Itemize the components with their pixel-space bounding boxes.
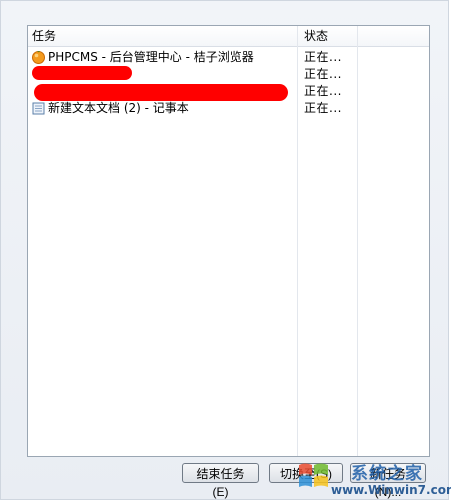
task-row[interactable]: PHPCMS - 后台管理中心 - 桔子浏览器 正在...: [28, 49, 429, 66]
switch-to-button[interactable]: 切换至(S): [269, 463, 343, 483]
column-header-status[interactable]: 状态: [304, 28, 328, 44]
task-status: 正在...: [304, 84, 342, 98]
task-name: 新建文本文档 (2) - 记事本: [48, 101, 189, 115]
task-status: 正在...: [304, 67, 342, 81]
sort-ascending-icon: ^: [156, 25, 164, 33]
redaction-mark: [34, 84, 288, 101]
new-task-button[interactable]: 新任务(N)...: [350, 463, 426, 499]
task-row[interactable]: 新建文本文档 (2) - 记事本 正在...: [28, 100, 429, 117]
notepad-icon: [32, 102, 45, 115]
column-header-task[interactable]: 任务: [32, 28, 56, 44]
task-list[interactable]: 任务 ^ 状态 PHPCMS - 后台管理中心 - 桔子浏览器 正在... 正在…: [27, 25, 430, 457]
end-task-button[interactable]: 结束任务(E): [182, 463, 259, 499]
browser-orange-icon: [32, 51, 45, 64]
task-list-header: 任务 ^ 状态: [28, 26, 429, 47]
redaction-mark: [32, 66, 132, 80]
task-manager-window: 任务 ^ 状态 PHPCMS - 后台管理中心 - 桔子浏览器 正在... 正在…: [0, 0, 451, 500]
task-rows: PHPCMS - 后台管理中心 - 桔子浏览器 正在... 正在... 正在..…: [28, 49, 429, 117]
task-status: 正在...: [304, 101, 342, 115]
task-status: 正在...: [304, 50, 342, 64]
task-name: PHPCMS - 后台管理中心 - 桔子浏览器: [48, 50, 254, 64]
